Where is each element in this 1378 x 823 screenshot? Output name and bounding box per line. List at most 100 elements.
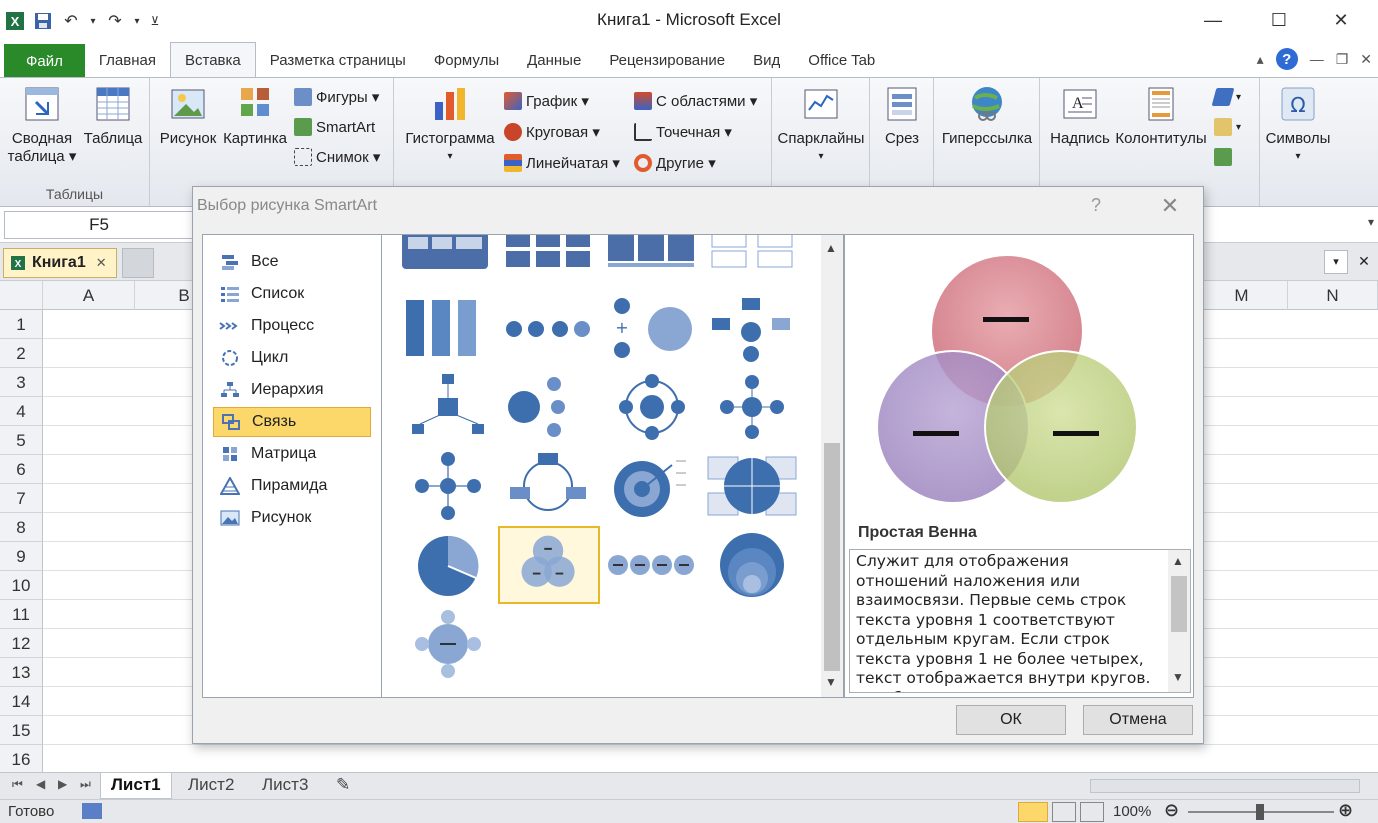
category-list-item[interactable]: Список: [213, 279, 371, 309]
row-header[interactable]: 6: [0, 455, 43, 484]
minimize-button[interactable]: —: [1190, 6, 1236, 34]
sheet-tab-2[interactable]: Лист2: [178, 773, 244, 799]
layout-thumbnail[interactable]: [498, 368, 600, 446]
tab-view[interactable]: Вид: [739, 42, 794, 78]
last-sheet-icon[interactable]: ⏭: [80, 777, 91, 792]
dialog-close-button[interactable]: ✕: [1153, 191, 1187, 221]
screenshot-button[interactable]: Снимок ▾: [294, 148, 380, 166]
signature-line-button[interactable]: ▾: [1214, 118, 1241, 136]
tab-list-dropdown-icon[interactable]: ▾: [1324, 250, 1348, 274]
zoom-out-icon[interactable]: ⊖: [1164, 800, 1179, 821]
layout-thumbnail[interactable]: [602, 447, 704, 525]
sheet-tab-3[interactable]: Лист3: [252, 773, 318, 799]
layout-thumbnail[interactable]: [398, 605, 500, 683]
description-scrollbar[interactable]: ▲ ▼: [1168, 550, 1190, 692]
category-all[interactable]: Все: [213, 247, 371, 277]
ok-button[interactable]: ОК: [956, 705, 1066, 735]
row-header[interactable]: 4: [0, 397, 43, 426]
insert-sheet-icon[interactable]: ✎: [330, 773, 356, 799]
layout-thumbnail[interactable]: [602, 526, 704, 604]
category-process[interactable]: Процесс: [213, 311, 371, 341]
row-header[interactable]: 7: [0, 484, 43, 513]
maximize-button[interactable]: ☐: [1256, 6, 1302, 34]
category-matrix[interactable]: Матрица: [213, 439, 371, 469]
zoom-level[interactable]: 100%: [1113, 803, 1151, 820]
category-cycle[interactable]: Цикл: [213, 343, 371, 373]
name-box[interactable]: F5: [4, 211, 194, 239]
area-button[interactable]: С областями ▾: [634, 92, 757, 110]
row-header[interactable]: 2: [0, 339, 43, 368]
table-button[interactable]: Таблица: [80, 84, 146, 148]
tab-insert[interactable]: Вставка: [169, 42, 256, 78]
histogram-button[interactable]: Гистограмма ▾: [402, 84, 498, 166]
row-header[interactable]: 8: [0, 513, 43, 542]
normal-view-icon[interactable]: [1018, 802, 1048, 822]
tab-review[interactable]: Рецензирование: [595, 42, 739, 78]
scatter-button[interactable]: Точечная ▾: [634, 123, 732, 141]
gallery-scroll-up-icon[interactable]: ▲: [825, 241, 837, 255]
slicer-button[interactable]: Срез: [874, 84, 930, 148]
layout-thumbnail[interactable]: [702, 368, 804, 446]
row-header[interactable]: 13: [0, 658, 43, 687]
smartart-button[interactable]: SmartArt: [294, 118, 375, 136]
gallery-scroll-down-icon[interactable]: ▼: [825, 675, 837, 689]
description-scroll-up-icon[interactable]: ▲: [1172, 554, 1184, 568]
description-scroll-down-icon[interactable]: ▼: [1172, 670, 1184, 684]
sheet-tab-1[interactable]: Лист1: [100, 773, 172, 799]
tab-page-layout[interactable]: Разметка страницы: [256, 42, 420, 78]
row-header[interactable]: 9: [0, 542, 43, 571]
tab-close-all-icon[interactable]: ✕: [1352, 250, 1376, 274]
row-header[interactable]: 14: [0, 687, 43, 716]
tab-office-tab[interactable]: Office Tab: [794, 42, 889, 78]
layout-thumbnail[interactable]: [498, 447, 600, 525]
wordart-button[interactable]: ▾: [1211, 88, 1241, 106]
tab-file[interactable]: Файл: [4, 44, 85, 78]
page-layout-view-icon[interactable]: [1052, 802, 1076, 822]
layout-thumbnail[interactable]: [398, 526, 500, 604]
workbook-close-icon[interactable]: ✕: [1360, 51, 1372, 68]
layout-thumbnail-selected[interactable]: [498, 526, 600, 604]
layout-thumbnail[interactable]: [498, 290, 600, 368]
column-header-m[interactable]: M: [1196, 281, 1288, 310]
column-header-n[interactable]: N: [1288, 281, 1378, 310]
clipart-button[interactable]: Картинка: [220, 84, 290, 148]
row-header[interactable]: 12: [0, 629, 43, 658]
category-relationship[interactable]: Связь: [213, 407, 371, 437]
prev-sheet-icon[interactable]: ◀: [36, 777, 45, 791]
expand-formula-icon[interactable]: ▾: [1368, 215, 1374, 229]
layout-thumbnail[interactable]: [398, 290, 500, 368]
picture-button[interactable]: Рисунок: [154, 84, 222, 148]
description-scroll-thumb[interactable]: [1171, 576, 1187, 632]
tab-home[interactable]: Главная: [85, 42, 170, 78]
zoom-in-icon[interactable]: ⊕: [1338, 800, 1353, 821]
gallery-scroll-thumb[interactable]: [824, 443, 840, 671]
layout-thumbnail[interactable]: [702, 290, 804, 368]
first-sheet-icon[interactable]: ⏮: [12, 777, 23, 792]
help-icon[interactable]: ?: [1275, 48, 1298, 70]
row-header[interactable]: 16: [0, 745, 43, 774]
row-header[interactable]: 3: [0, 368, 43, 397]
layout-thumbnail[interactable]: [398, 447, 500, 525]
tab-formulas[interactable]: Формулы: [420, 42, 513, 78]
category-hierarchy[interactable]: Иерархия: [213, 375, 371, 405]
sparklines-button[interactable]: Спарклайны ▾: [776, 84, 866, 166]
collapse-ribbon-icon[interactable]: ▴: [1257, 51, 1264, 68]
header-footer-button[interactable]: Колонтитулы: [1114, 84, 1208, 148]
shapes-button[interactable]: Фигуры ▾: [294, 88, 379, 106]
column-header-a[interactable]: A: [43, 281, 135, 310]
workbook-tab[interactable]: X Книга1 ✕: [3, 248, 117, 278]
layout-thumbnail[interactable]: [702, 447, 804, 525]
macro-record-icon[interactable]: [82, 803, 102, 819]
pivot-table-button[interactable]: Сводная таблица ▾: [6, 84, 78, 166]
workbook-restore-icon[interactable]: ❐: [1336, 51, 1349, 68]
pie-button[interactable]: Круговая ▾: [504, 123, 600, 141]
gallery-scrollbar[interactable]: ▲ ▼: [821, 235, 843, 697]
barline-button[interactable]: Линейчатая ▾: [504, 154, 620, 172]
hyperlink-button[interactable]: Гиперссылка: [938, 84, 1036, 148]
other-charts-button[interactable]: Другие ▾: [634, 154, 716, 172]
category-pyramid[interactable]: Пирамида: [213, 471, 371, 501]
row-header[interactable]: 10: [0, 571, 43, 600]
select-all-corner[interactable]: [0, 281, 43, 310]
row-header[interactable]: 11: [0, 600, 43, 629]
row-header[interactable]: 5: [0, 426, 43, 455]
